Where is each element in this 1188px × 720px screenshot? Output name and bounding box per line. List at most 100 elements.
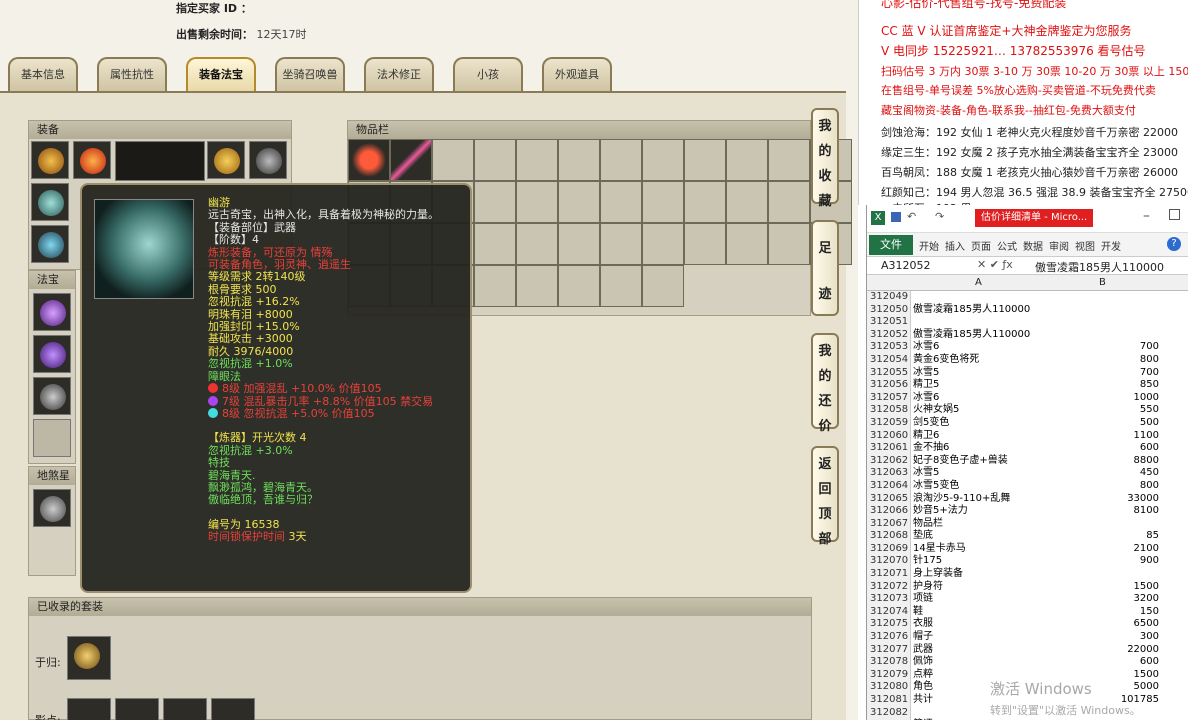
sheet-row[interactable]: 312059 剑5变色 500 xyxy=(867,416,1188,430)
cell-a[interactable]: 傲雪凌霜185男人110000 xyxy=(913,304,1063,317)
inventory-cell[interactable] xyxy=(600,181,642,223)
ribbon-tab-developer[interactable]: 开发 xyxy=(1101,238,1121,253)
inventory-cell[interactable] xyxy=(642,181,684,223)
tab-appearance-items[interactable]: 外观道具 xyxy=(542,57,612,91)
inventory-cell[interactable] xyxy=(726,181,768,223)
row-number[interactable]: 312051 xyxy=(867,316,911,329)
cell-a[interactable]: 护身符 xyxy=(913,581,1063,594)
cell-b[interactable]: 3200 xyxy=(1063,593,1159,606)
my-favorites-button[interactable]: 我的收藏 xyxy=(811,108,839,209)
cell-a[interactable]: 佩饰 xyxy=(913,656,1063,669)
row-number[interactable]: 312065 xyxy=(867,492,911,506)
row-number[interactable]: 312076 xyxy=(867,631,911,644)
row-number[interactable]: 312082 xyxy=(867,706,911,720)
ribbon-tab-review[interactable]: 审阅 xyxy=(1049,238,1069,253)
equip-slot-armor[interactable] xyxy=(207,141,245,179)
row-number[interactable]: 312058 xyxy=(867,404,911,417)
save-icon[interactable] xyxy=(891,212,901,222)
ribbon-tab-insert[interactable]: 插入 xyxy=(945,238,965,253)
inventory-cell[interactable] xyxy=(684,181,726,223)
cell-a[interactable]: 火神女娲5 xyxy=(913,404,1063,417)
inventory-cell[interactable] xyxy=(768,181,810,223)
cell-a[interactable]: 冰雪5 xyxy=(913,367,1063,380)
row-number[interactable]: 312053 xyxy=(867,341,911,354)
cell-b[interactable]: 300 xyxy=(1063,631,1159,644)
cell-a[interactable]: 妙音5+法力 xyxy=(913,505,1063,518)
inventory-cell[interactable] xyxy=(516,223,558,265)
inventory-cell[interactable] xyxy=(642,139,684,181)
inventory-cell[interactable] xyxy=(600,265,642,307)
inventory-cell[interactable] xyxy=(600,223,642,265)
cell-b[interactable]: 500 xyxy=(1063,417,1159,430)
set-slot-3[interactable] xyxy=(163,698,207,720)
cell-a[interactable]: 浪淘沙5-9-110+乱舞 xyxy=(913,493,1063,506)
row-number[interactable]: 312070 xyxy=(867,555,911,569)
row-number[interactable]: 312069 xyxy=(867,542,911,556)
cell-a[interactable]: 冰雪5 xyxy=(913,467,1063,480)
row-number[interactable]: 312056 xyxy=(867,379,911,392)
ribbon-tab-data[interactable]: 数据 xyxy=(1023,238,1043,253)
name-box[interactable]: A312052 xyxy=(881,259,931,272)
inventory-cell[interactable] xyxy=(726,139,768,181)
cell-a[interactable]: 14星卡赤马 xyxy=(913,543,1063,556)
cell-a[interactable]: 物品栏 xyxy=(913,518,1063,531)
cell-a[interactable]: 项链 xyxy=(913,593,1063,606)
ribbon-tab-formula[interactable]: 公式 xyxy=(997,238,1017,253)
sheet-row[interactable]: 312078 佩饰 600 xyxy=(867,656,1188,669)
ribbon-tab-home[interactable]: 开始 xyxy=(919,238,939,253)
sheet-row[interactable]: 312068 垫底 85 xyxy=(867,530,1188,543)
sheet-row[interactable]: 312053 冰雪6 700 xyxy=(867,341,1188,354)
cell-b[interactable]: 850 xyxy=(1063,379,1159,392)
sheet-row[interactable]: 312057 冰雪6 1000 xyxy=(867,391,1188,405)
cell-b[interactable]: 85 xyxy=(1063,530,1159,543)
cell-b[interactable]: 700 xyxy=(1063,367,1159,380)
treasure-slot-3[interactable] xyxy=(33,377,71,415)
inventory-cell[interactable] xyxy=(558,265,600,307)
set-slot-2[interactable] xyxy=(115,698,159,720)
sheet-row[interactable]: 312062 妃子8变色子虚+兽装 8800 xyxy=(867,454,1188,468)
inventory-cell[interactable] xyxy=(516,139,558,181)
cell-b[interactable]: 33000 xyxy=(1063,493,1159,506)
help-icon[interactable]: ? xyxy=(1167,237,1181,251)
cell-a[interactable]: 黄金6变色将死 xyxy=(913,354,1063,367)
redo-icon[interactable]: ↷ xyxy=(935,210,944,223)
row-number[interactable]: 312055 xyxy=(867,366,911,380)
cell-b[interactable]: 600 xyxy=(1063,442,1159,455)
inventory-cell[interactable] xyxy=(516,181,558,223)
sheet-row[interactable]: 312069 14星卡赤马 2100 xyxy=(867,542,1188,556)
row-number[interactable]: 312060 xyxy=(867,429,911,443)
cell-a[interactable]: 冰雪5变色 xyxy=(913,480,1063,493)
sheet-row[interactable]: 312064 冰雪5变色 800 xyxy=(867,479,1188,493)
inventory-cell[interactable] xyxy=(432,139,474,181)
sheet-row[interactable]: 312056 精卫5 850 xyxy=(867,379,1188,392)
back-to-top-button[interactable]: 返回顶部 xyxy=(811,446,839,547)
cell-b[interactable]: 6500 xyxy=(1063,618,1159,631)
formula-value[interactable]: 傲雪凌霜185男人110000 xyxy=(1035,259,1164,275)
sheet-row[interactable]: 312054 黄金6变色将死 800 xyxy=(867,353,1188,367)
sheet-row[interactable]: 312076 帽子 300 xyxy=(867,631,1188,644)
ribbon-tab-layout[interactable]: 页面 xyxy=(971,238,991,253)
row-number[interactable]: 312077 xyxy=(867,643,911,657)
sheet-row[interactable]: 312071 身上穿装备 xyxy=(867,568,1188,581)
column-a-header[interactable]: A xyxy=(975,277,982,288)
sheet-row[interactable]: 312051 xyxy=(867,316,1188,329)
set-slot-1[interactable] xyxy=(67,698,111,720)
row-number[interactable]: 312079 xyxy=(867,668,911,682)
row-number[interactable]: 312067 xyxy=(867,517,911,531)
cell-a[interactable]: 精卫5 xyxy=(913,379,1063,392)
sheet-row[interactable]: 312077 武器 22000 xyxy=(867,643,1188,657)
equip-slot-belt[interactable] xyxy=(249,141,287,179)
footprint-button[interactable]: 足迹 xyxy=(811,220,839,316)
inventory-cell[interactable] xyxy=(600,139,642,181)
sheet-row[interactable]: 312073 项链 3200 xyxy=(867,593,1188,606)
row-number[interactable]: 312061 xyxy=(867,442,911,455)
row-number[interactable]: 312073 xyxy=(867,593,911,606)
cell-a[interactable]: 精卫6 xyxy=(913,430,1063,443)
sheet-row[interactable]: 312067 物品栏 xyxy=(867,517,1188,531)
inventory-cell[interactable] xyxy=(474,139,516,181)
cell-b[interactable]: 1100 xyxy=(1063,430,1159,443)
inventory-cell[interactable] xyxy=(390,139,432,181)
set-slot-return[interactable] xyxy=(67,636,111,680)
cell-b[interactable]: 550 xyxy=(1063,404,1159,417)
cell-a[interactable]: 垫底 xyxy=(913,530,1063,543)
